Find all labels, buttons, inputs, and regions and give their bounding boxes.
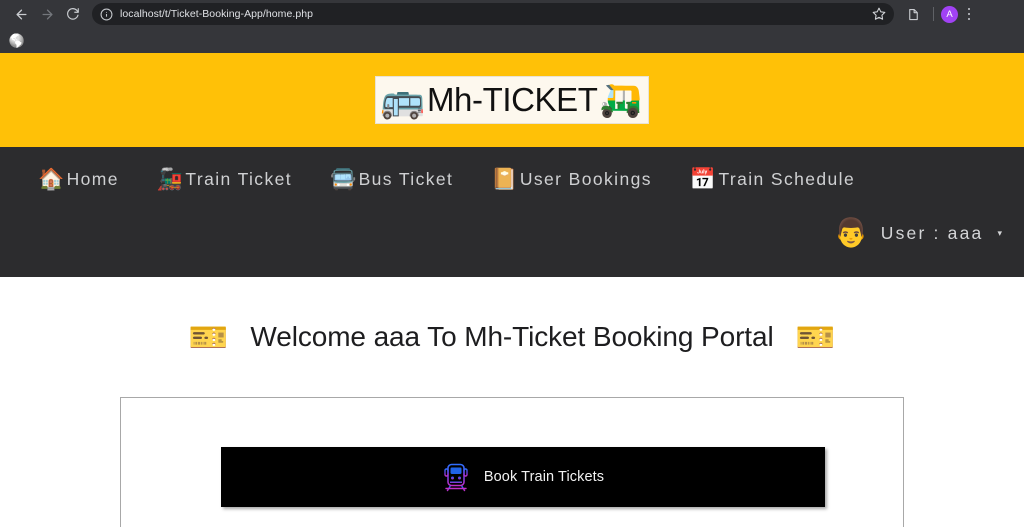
nav-item-train-schedule[interactable]: 📅 Train Schedule [690,169,855,190]
notebook-icon: 📔 [491,168,519,191]
site-header: 🚌 Mh-TICKET 🛺 [0,53,1024,147]
info-circle-icon[interactable] [100,8,113,21]
menu-dot [967,17,971,21]
welcome-banner: 🎫 Welcome aaa To Mh-Ticket Booking Porta… [0,277,1024,397]
logo-text: Mh-TICKET [426,81,598,118]
nav-item-label: Home [66,169,119,189]
ticket-bookmark-icon: 🎫 [795,319,836,355]
menu-dot [967,7,971,11]
nav-item-bus-ticket[interactable]: 🚍 Bus Ticket [330,169,453,190]
browser-chrome: localhost/t/Ticket-Booking-App/home.php … [0,0,1024,53]
bus-icon: 🚍 [330,168,358,191]
extensions-icon[interactable] [900,1,926,27]
chevron-down-icon: ▾ [997,227,1002,238]
nav-links: 🏠 Home 🚂 Train Ticket 🚍 Bus Ticket 📔 Use… [0,147,1024,190]
nav-item-train-ticket[interactable]: 🚂 Train Ticket [157,169,292,190]
back-button[interactable] [8,1,34,27]
three-dot-menu-icon[interactable] [960,4,978,24]
address-bar[interactable]: localhost/t/Ticket-Booking-App/home.php [92,3,894,25]
bookmark-star-icon[interactable] [872,7,886,21]
booking-card: Book Train Tickets [120,397,904,527]
forward-button[interactable] [34,1,60,27]
bookmarks-bar: 🌎 [0,28,1024,53]
page-content: 🚌 Mh-TICKET 🛺 🏠 Home 🚂 Train Ticket 🚍 Bu… [0,53,1024,528]
book-train-tickets-label: Book Train Tickets [483,469,605,485]
browser-toolbar: localhost/t/Ticket-Booking-App/home.php … [0,0,1024,28]
metro-train-icon [442,462,470,492]
book-train-tickets-button[interactable]: Book Train Tickets [221,447,825,507]
nav-item-home[interactable]: 🏠 Home [38,169,119,190]
bookmark-item[interactable]: 🌎 [6,30,28,52]
nav-item-label: User Bookings [519,169,652,189]
page-title: Welcome aaa To Mh-Ticket Booking Portal [250,321,774,352]
profile-avatar[interactable]: A [941,5,958,23]
main-navbar: 🏠 Home 🚂 Train Ticket 🚍 Bus Ticket 📔 Use… [0,147,1024,277]
nav-item-label: Train Ticket [185,169,292,189]
site-logo[interactable]: 🚌 Mh-TICKET 🛺 [375,76,649,124]
toolbar-right-group: A [900,1,978,27]
calendar-icon: 📅 [689,168,718,191]
bus-icon: 🚌 [380,79,425,120]
main-content: 🎫 Welcome aaa To Mh-Ticket Booking Porta… [0,277,1024,527]
user-menu-label: User : aaa [880,222,984,243]
nav-item-label: Bus Ticket [358,169,454,189]
menu-dot [967,12,971,16]
locomotive-icon: 🚂 [156,168,185,191]
railway-track-icon: 🛺 [599,81,642,119]
reload-button[interactable] [60,1,86,27]
house-icon: 🏠 [38,168,66,191]
nav-item-user-bookings[interactable]: 📔 User Bookings [491,169,652,190]
ticket-bookmark-icon: 🎫 [188,319,229,355]
toolbar-divider [933,7,934,21]
nav-item-label: Train Schedule [718,169,856,189]
globe-icon: 🌎 [8,33,26,48]
user-menu[interactable]: 👨 User : aaa ▾ [834,219,1002,247]
address-bar-url: localhost/t/Ticket-Booking-App/home.php [120,8,313,20]
user-avatar-icon: 👨 [833,217,869,248]
